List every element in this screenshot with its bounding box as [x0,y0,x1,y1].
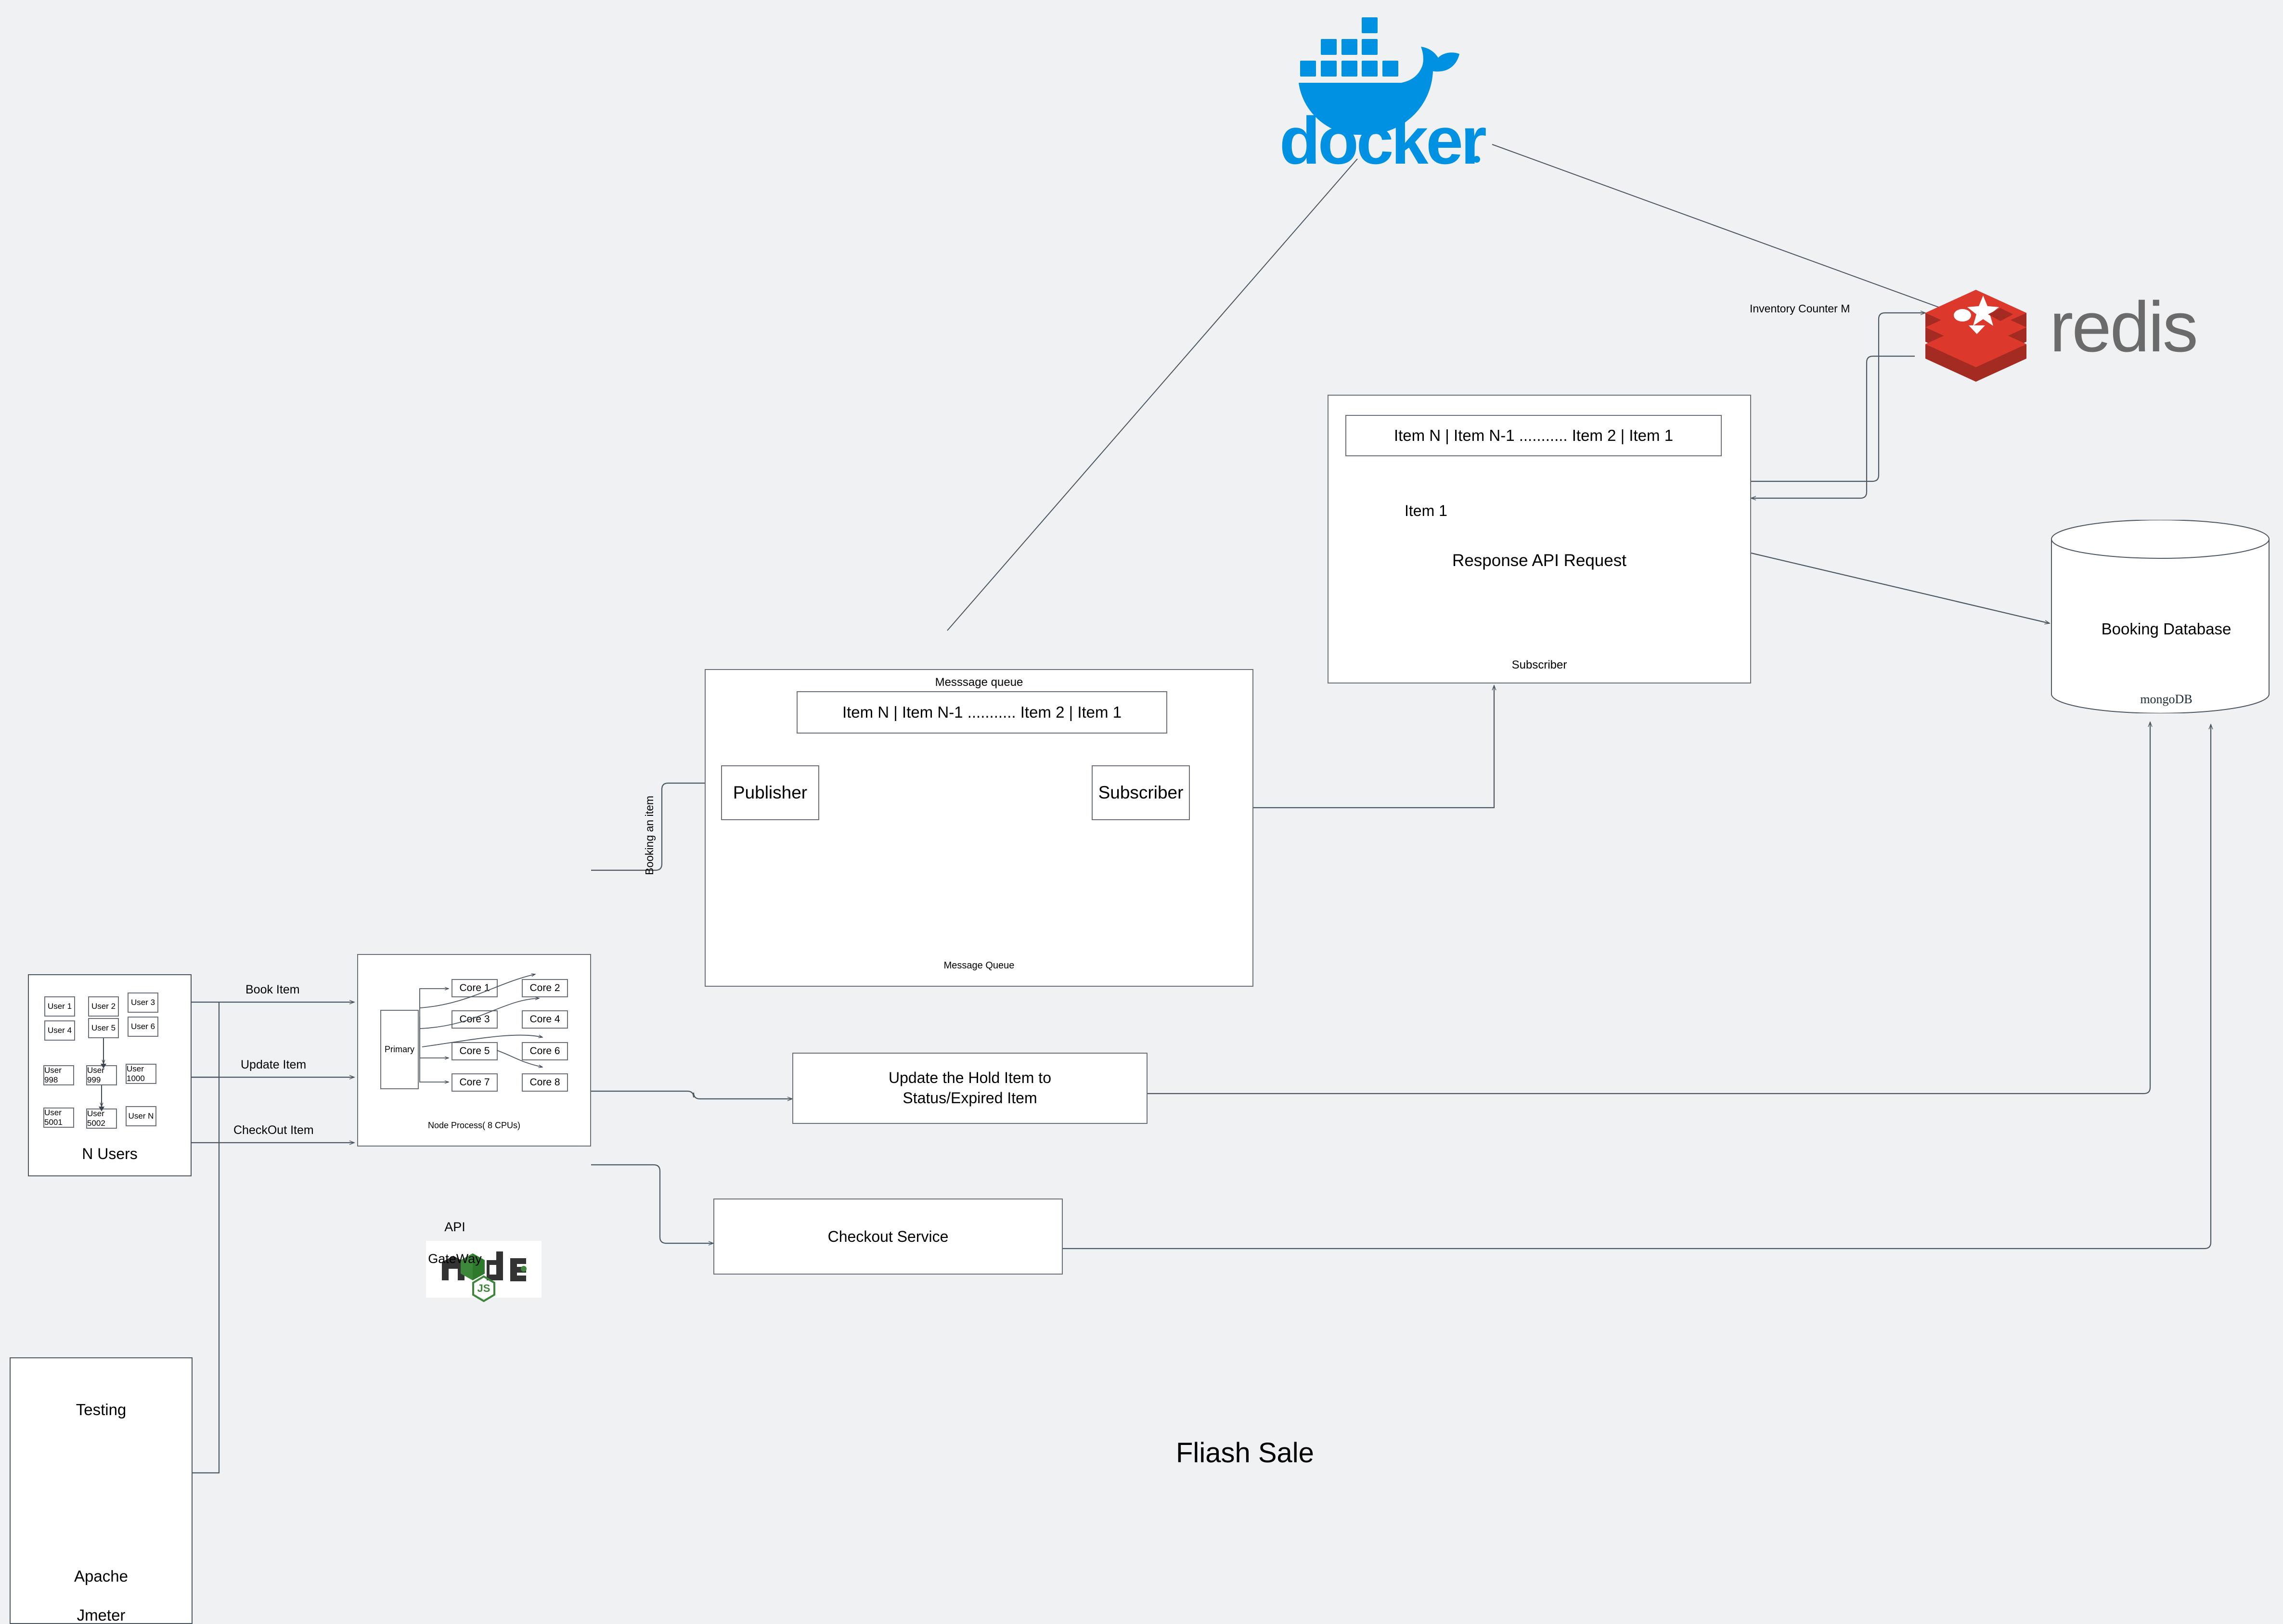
primary-label: Primary [385,1044,414,1054]
core-cell[interactable]: Core 4 [522,1010,568,1029]
user-cell-label: User 6 [130,1022,155,1031]
user-cell[interactable]: User 5001 [43,1108,74,1128]
response-api-items-bar: Item N | Item N-1 ........... Item 2 | I… [1345,415,1722,456]
checkout-item-edge-label: CheckOut Item [233,1123,314,1137]
user-cell-label: User 2 [91,1002,116,1011]
docker-wordmark: docker [1279,103,1486,178]
api-gateway-caption: API GateWay [400,1203,510,1267]
response-api-title: Response API Request [1452,551,1626,570]
core-label: Core 4 [529,1014,560,1025]
user-cell[interactable]: User 1000 [126,1064,156,1084]
core-label: Core 7 [459,1077,490,1088]
core-label: Core 2 [529,982,560,993]
user-cell[interactable]: User 1 [44,996,75,1017]
message-queue-footer: Message Queue [943,960,1015,971]
user-cell-label: User 4 [47,1026,72,1035]
core-cell[interactable]: Core 6 [522,1042,568,1060]
user-cell-label: User 3 [130,998,155,1007]
core-label: Core 5 [459,1045,490,1057]
update-hold-item-service[interactable]: Update the Hold Item to Status/Expired I… [792,1053,1148,1124]
jmeter-heading: Testing [76,1401,127,1418]
core-cell[interactable]: Core 3 [451,1010,498,1029]
response-api-footer: Subscriber [1511,658,1567,671]
core-cell[interactable]: Core 8 [522,1073,568,1092]
svg-text:JS: JS [477,1282,490,1294]
user-cell-label: User N [128,1111,154,1121]
mongodb-wordmark: mongoDB [2140,692,2193,706]
node-process-caption: Node Process( 8 CPUs) [427,1121,521,1130]
checkout-service[interactable]: Checkout Service [713,1199,1063,1275]
redis-wordmark: redis [2050,287,2197,367]
publisher-box[interactable]: Publisher [721,765,819,820]
user-cell[interactable]: User 2 [88,996,119,1017]
update-item-edge-label: Update Item [241,1058,307,1071]
user-cell-label: User 999 [87,1066,104,1084]
diagram-title: Fliash Sale [1176,1437,1314,1469]
subscriber-label: Subscriber [1098,783,1184,802]
api-gateway-caption-line1: API [444,1219,465,1234]
jmeter-caption-line2: Jmeter [77,1606,126,1624]
core-cell[interactable]: Core 2 [522,979,568,997]
message-queue-header: Messsage queue [935,676,1023,689]
core-label: Core 3 [459,1014,490,1025]
user-cell-label: User 5002 [87,1109,105,1128]
user-cell-label: User 1000 [127,1064,145,1083]
user-cell[interactable]: User 998 [43,1065,74,1085]
message-queue-items-text: Item N | Item N-1 ........... Item 2 | I… [842,703,1122,721]
user-cell[interactable]: User 3 [128,992,158,1013]
user-cell-label: User 998 [44,1066,62,1084]
update-hold-item-line2: Status/Expired Item [903,1089,1037,1107]
inventory-counter-edge-label: Inventory Counter M [1750,302,1850,315]
user-cell[interactable]: User 999 [86,1065,117,1085]
mongodb-icon [2138,649,2157,692]
user-cell[interactable]: User N [126,1106,156,1126]
response-api-popped-item: Item 1 [1405,502,1447,519]
core-cell[interactable]: Core 5 [451,1042,498,1060]
diagram-canvas: docker redis Rabbit MQ [0,0,2283,1624]
booking-an-item-edge-label: Booking an item [643,796,656,875]
checkout-service-label: Checkout Service [827,1227,949,1245]
user-cell[interactable]: User 5002 [86,1108,117,1129]
subscriber-box[interactable]: Subscriber [1092,765,1190,820]
core-cell[interactable]: Core 1 [451,979,498,997]
docker-icon [1282,17,1459,135]
jmeter-caption-line1: Apache [74,1567,128,1585]
core-label: Core 1 [459,982,490,993]
book-item-edge-label: Book Item [245,983,300,996]
core-label: Core 8 [529,1077,560,1088]
response-api-items-text: Item N | Item N-1 ........... Item 2 | I… [1393,426,1674,444]
update-hold-item-line1: Update the Hold Item to [889,1069,1051,1087]
jmeter-caption: Apache Jmeter [10,1547,193,1624]
core-cell[interactable]: Core 7 [451,1073,498,1092]
message-queue-items-bar: Item N | Item N-1 ........... Item 2 | I… [797,691,1167,734]
n-users-caption: N Users [82,1145,138,1162]
user-cell[interactable]: User 6 [128,1017,158,1037]
booking-database-cylinder [2051,520,2270,713]
user-cell[interactable]: User 4 [44,1020,75,1041]
user-cell[interactable]: User 5 [88,1018,119,1038]
booking-database-title: Booking Database [2101,620,2231,638]
publisher-label: Publisher [733,783,808,802]
core-label: Core 6 [529,1045,560,1057]
user-cell-label: User 5 [91,1023,116,1032]
redis-icon [1925,290,2026,382]
user-cell-label: User 1 [47,1002,72,1011]
user-cell-label: User 5001 [44,1108,63,1127]
api-gateway-caption-line2: GateWay [428,1251,482,1266]
